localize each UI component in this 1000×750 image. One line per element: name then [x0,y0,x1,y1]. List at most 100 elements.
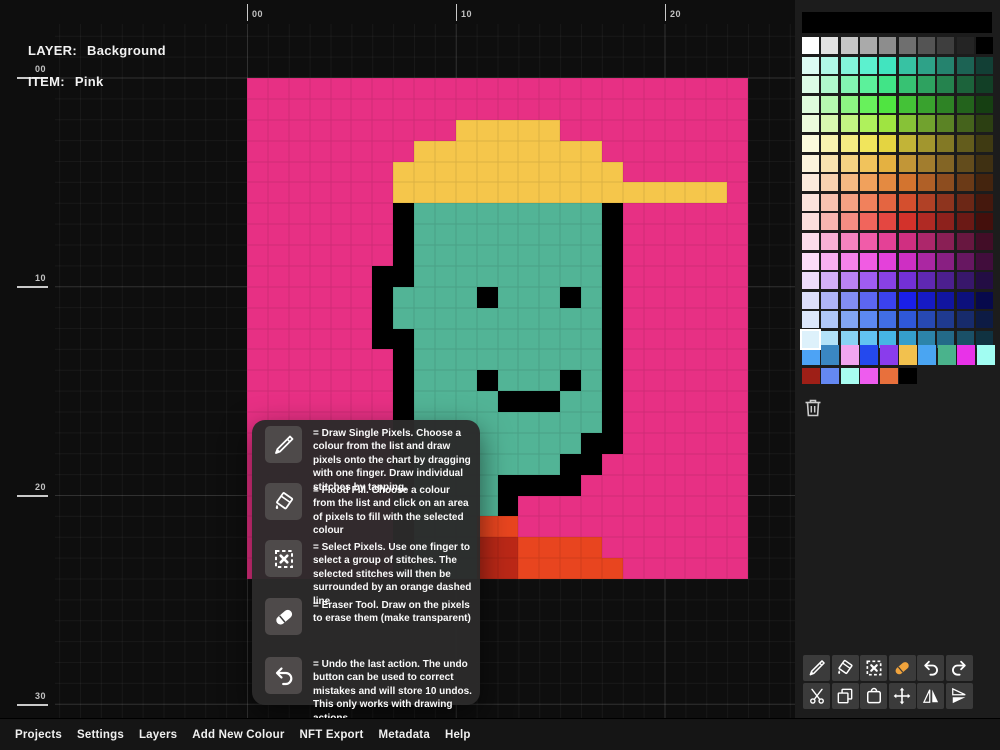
palette-swatch[interactable] [937,272,955,290]
pixel-cell[interactable] [664,370,686,392]
pixel-cell[interactable] [414,370,435,392]
pixel-cell[interactable] [539,412,561,433]
pixel-cell[interactable] [434,307,456,329]
pixel-cell[interactable] [727,161,748,183]
pixel-cell[interactable] [309,391,331,412]
pixel-cell[interactable] [497,307,519,329]
palette-swatch[interactable] [976,95,994,113]
pixel-cell[interactable] [727,474,748,496]
pixel-cell[interactable] [372,224,394,245]
pixel-cell[interactable] [288,349,310,371]
pixel-cell[interactable] [664,224,686,245]
pixel-cell[interactable] [560,412,581,433]
pixel-cell[interactable] [706,286,728,308]
pixel-cell[interactable] [497,286,519,308]
pixel-cell[interactable] [434,182,456,204]
pixel-cell[interactable] [622,391,644,412]
pixel-cell[interactable] [497,558,519,579]
pixel-cell[interactable] [539,224,561,245]
palette-swatch[interactable] [918,115,936,133]
pixel-cell[interactable] [622,286,644,308]
pixel-cell[interactable] [601,182,623,204]
pixel-cell[interactable] [518,307,540,329]
pixel-cell[interactable] [622,495,644,517]
project-colour-swatch[interactable] [821,367,840,384]
palette-swatch[interactable] [898,37,916,54]
palette-swatch[interactable] [821,95,839,113]
palette-swatch[interactable] [860,311,878,329]
pixel-cell[interactable] [351,140,373,162]
palette-swatch[interactable] [802,134,819,152]
pixel-cell[interactable] [727,412,748,433]
pixel-cell[interactable] [601,161,623,183]
pixel-cell[interactable] [351,161,373,183]
pixel-cell[interactable] [288,98,310,120]
palette-swatch[interactable] [956,76,974,94]
palette-swatch[interactable] [879,232,897,250]
pixel-cell[interactable] [706,474,728,496]
pixel-cell[interactable] [267,349,289,371]
pixel-cell[interactable] [247,203,268,225]
pixel-cell[interactable] [330,119,352,141]
palette-swatch[interactable] [860,174,878,192]
pixel-cell[interactable] [330,78,352,99]
pixel-cell[interactable] [643,412,665,433]
pixel-cell[interactable] [539,432,561,454]
pixel-cell[interactable] [372,182,394,204]
pixel-cell[interactable] [267,265,289,287]
pixel-cell[interactable] [727,140,748,162]
pixel-cell[interactable] [560,140,581,162]
palette-swatch[interactable] [918,232,936,250]
pixel-cell[interactable] [643,203,665,225]
palette-swatch[interactable] [860,154,878,172]
pixel-cell[interactable] [622,182,644,204]
pixel-cell[interactable] [434,203,456,225]
pixel-cell[interactable] [309,328,331,350]
pixel-cell[interactable] [518,98,540,120]
pixel-cell[interactable] [309,265,331,287]
pixel-cell[interactable] [685,182,707,204]
pixel-cell[interactable] [581,516,602,538]
pixel-cell[interactable] [414,245,435,266]
pixel-cell[interactable] [267,98,289,120]
pixel-cell[interactable] [706,140,728,162]
pixel-cell[interactable] [351,182,373,204]
pixel-cell[interactable] [560,203,581,225]
pixel-cell[interactable] [643,182,665,204]
pixel-cell[interactable] [622,119,644,141]
pixel-cell[interactable] [601,224,623,245]
pixel-cell[interactable] [706,453,728,475]
pixel-cell[interactable] [560,119,581,141]
pixel-cell[interactable] [685,265,707,287]
pixel-cell[interactable] [601,119,623,141]
pixel-cell[interactable] [601,245,623,266]
pixel-cell[interactable] [539,119,561,141]
pixel-cell[interactable] [706,412,728,433]
pixel-cell[interactable] [434,119,456,141]
palette-swatch[interactable] [976,115,994,133]
pixel-cell[interactable] [393,328,414,350]
pixel-cell[interactable] [622,432,644,454]
palette-swatch[interactable] [898,174,916,192]
pixel-cell[interactable] [288,328,310,350]
pixel-cell[interactable] [706,265,728,287]
palette-swatch[interactable] [821,252,839,270]
pencil-tool-button[interactable] [803,655,830,681]
palette-swatch[interactable] [860,95,878,113]
pixel-cell[interactable] [685,161,707,183]
pixel-cell[interactable] [497,245,519,266]
pixel-cell[interactable] [476,286,498,308]
pixel-cell[interactable] [581,161,602,183]
pixel-cell[interactable] [539,453,561,475]
pixel-cell[interactable] [685,537,707,559]
pixel-cell[interactable] [434,161,456,183]
pixel-cell[interactable] [476,78,498,99]
pixel-cell[interactable] [372,349,394,371]
pixel-cell[interactable] [664,432,686,454]
palette-swatch[interactable] [898,213,916,231]
pixel-cell[interactable] [539,140,561,162]
palette-swatch[interactable] [802,56,819,74]
pixel-cell[interactable] [560,182,581,204]
pixel-cell[interactable] [560,78,581,99]
palette-swatch[interactable] [860,134,878,152]
